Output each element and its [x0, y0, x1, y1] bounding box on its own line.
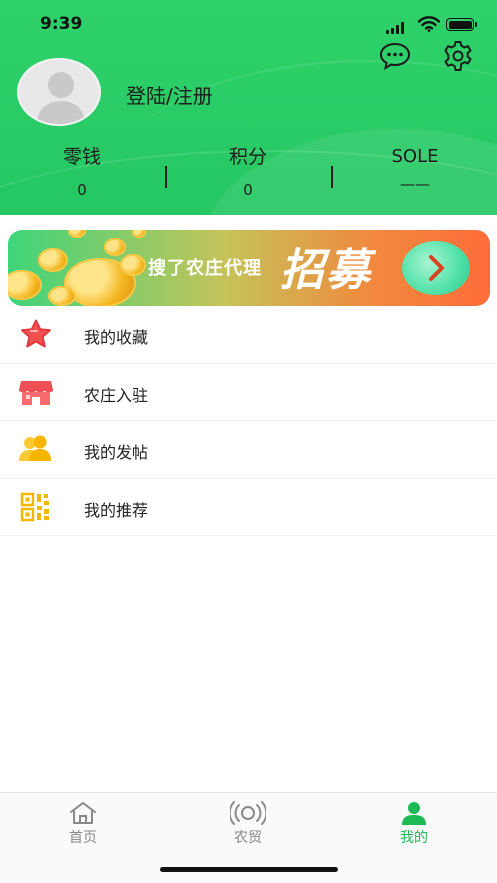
menu-item-my-referrals[interactable]: 我的推荐 — [0, 479, 497, 536]
profile-header: 9:39 登陆/注册 零钱 0 积分 0 SOLE —— — [0, 0, 497, 215]
menu-item-label: 我的收藏 — [84, 328, 149, 347]
chat-bubble-icon — [379, 42, 411, 70]
avatar[interactable] — [17, 58, 101, 126]
stat-divider — [331, 166, 333, 188]
shop-icon — [18, 380, 54, 405]
banner-headline: 搜了农庄代理 — [148, 258, 262, 279]
menu-item-label: 我的发帖 — [84, 443, 149, 462]
stat-value: —— — [400, 175, 430, 193]
star-icon — [21, 319, 51, 348]
tab-label: 首页 — [69, 830, 97, 846]
status-bar: 9:39 — [0, 0, 497, 48]
tab-label: 我的 — [400, 830, 428, 846]
banner-go-button[interactable] — [402, 241, 470, 295]
tab-mine[interactable]: 我的 — [364, 801, 464, 847]
stat-sole[interactable]: SOLE —— — [350, 142, 480, 193]
tab-label: 农贸 — [234, 830, 262, 846]
banner-recruit-text: 招募 — [280, 245, 372, 296]
qr-code-icon — [20, 492, 49, 521]
broadcast-icon — [230, 801, 266, 825]
stat-label: 积分 — [228, 146, 267, 168]
wifi-icon — [418, 16, 440, 32]
gear-icon — [444, 41, 472, 71]
stat-value: 0 — [77, 181, 87, 199]
default-avatar-icon — [37, 72, 85, 124]
tab-trade[interactable]: 农贸 — [198, 801, 298, 847]
menu-item-farm-settle[interactable]: 农庄入驻 — [0, 364, 497, 421]
agent-recruit-banner[interactable]: 搜了农庄代理 招募 — [8, 230, 490, 306]
profile-menu: 我的收藏 农庄入驻 我的发帖 我的推荐 — [0, 306, 497, 536]
tab-home[interactable]: 首页 — [33, 801, 133, 847]
cellular-signal-icon — [386, 22, 408, 34]
status-time: 9:39 — [40, 14, 83, 34]
stat-change[interactable]: 零钱 0 — [17, 142, 147, 199]
stat-label: SOLE — [391, 146, 439, 167]
stat-label: 零钱 — [62, 146, 101, 168]
menu-item-label: 我的推荐 — [84, 500, 149, 520]
menu-item-my-posts[interactable]: 我的发帖 — [0, 421, 497, 479]
stat-value: 0 — [243, 181, 253, 199]
battery-icon — [446, 18, 477, 31]
home-icon — [70, 802, 96, 824]
account-stats: 零钱 0 积分 0 SOLE —— — [0, 142, 497, 202]
message-button[interactable] — [377, 38, 413, 74]
chevron-right-icon — [429, 255, 444, 281]
settings-button[interactable] — [440, 38, 476, 74]
users-icon — [19, 435, 51, 461]
menu-item-favorites[interactable]: 我的收藏 — [0, 306, 497, 364]
stat-divider — [165, 166, 167, 188]
stat-points[interactable]: 积分 0 — [183, 142, 313, 199]
home-indicator — [160, 867, 338, 872]
person-icon — [402, 802, 426, 825]
menu-item-label: 农庄入驻 — [84, 385, 149, 405]
login-register-link[interactable]: 登陆/注册 — [126, 80, 213, 109]
